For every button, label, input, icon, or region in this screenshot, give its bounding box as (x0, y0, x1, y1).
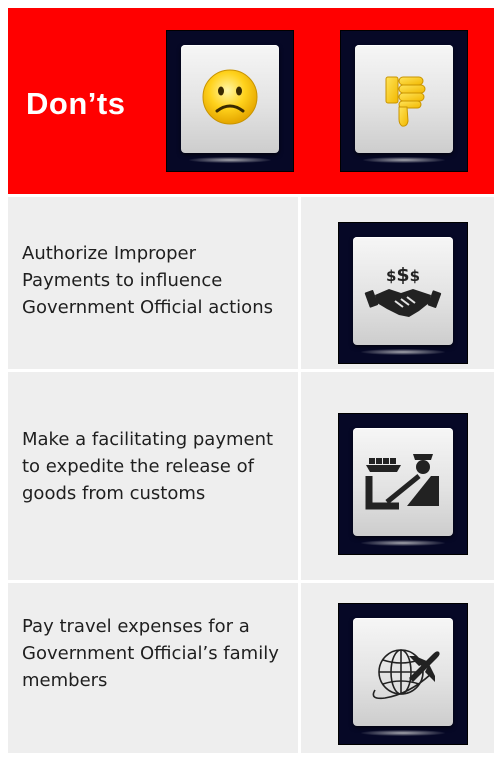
item-text: Authorize Improper Payments to influence… (22, 243, 273, 318)
thumbs-down-tile (340, 30, 468, 172)
customs-tile (338, 413, 468, 555)
globe-airplane-icon (372, 649, 440, 700)
item-text: Pay travel expenses for a Government Off… (22, 616, 279, 691)
donts-header: Don’ts (8, 8, 494, 194)
list-item: Authorize Improper Payments to influence… (8, 197, 494, 369)
customs-cargo-icon (365, 454, 439, 510)
svg-text:$$$: $$$ (386, 264, 420, 286)
list-item: Pay travel expenses for a Government Off… (8, 583, 494, 753)
donts-table: Don’ts Authorize Improper Payments to in… (8, 8, 494, 753)
sad-face-tile (166, 30, 294, 172)
handshake-tile: $$$ (338, 222, 468, 364)
globe-airplane-tile (338, 603, 468, 745)
sad-face-icon (202, 69, 258, 125)
header-title: Don’ts (26, 86, 126, 121)
item-text: Make a facilitating payment to expedite … (22, 429, 274, 504)
handshake-money-icon: $$$ (364, 264, 442, 317)
list-item: Make a facilitating payment to expedite … (8, 372, 494, 580)
thumbs-down-icon (385, 76, 426, 127)
